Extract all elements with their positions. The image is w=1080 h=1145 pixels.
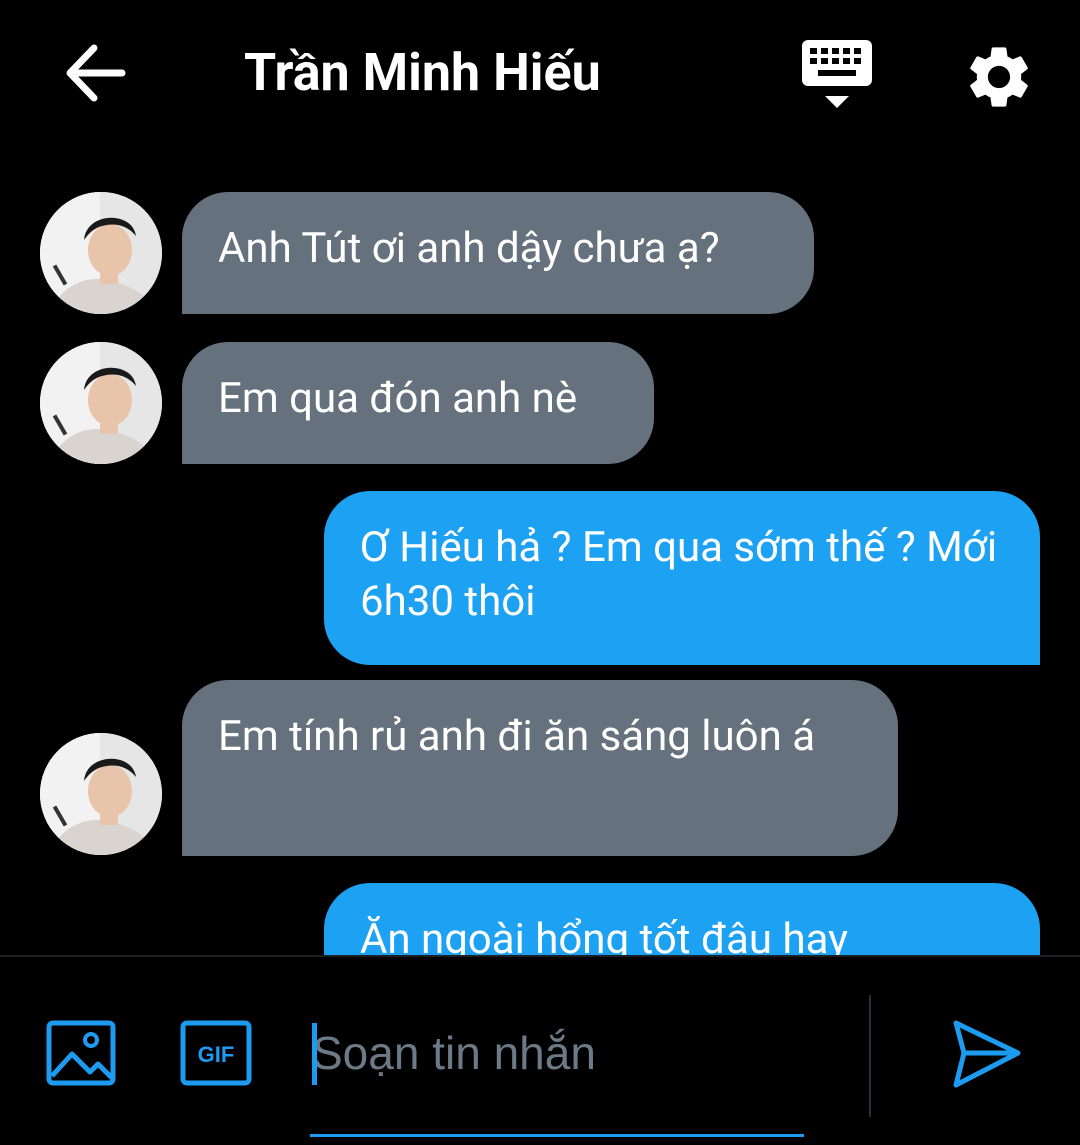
avatar[interactable] [40, 733, 162, 855]
incoming-message-bubble[interactable]: Anh Tút ơi anh dậy chưa ạ? [182, 192, 814, 314]
gear-icon [970, 47, 1028, 107]
keyboard-icon [802, 40, 872, 108]
send-icon [953, 1020, 1021, 1088]
composer-separator [869, 995, 871, 1117]
contact-photo-icon [40, 342, 162, 464]
message-text: Ơ Hiếu hả ? Em qua sớm thế ? Mới 6h30 th… [360, 523, 998, 626]
avatar[interactable] [40, 342, 162, 464]
arrow-left-icon [66, 44, 126, 102]
composer-bar: GIF [0, 957, 1080, 1145]
message-input[interactable] [310, 1017, 809, 1089]
contact-name[interactable]: Trần Minh Hiếu [244, 38, 601, 108]
gif-label: GIF [198, 1042, 235, 1067]
message-text: Em tính rủ anh đi ăn sáng luôn á [218, 712, 816, 761]
message-list[interactable]: Anh Tút ơi anh dậy chưa ạ? Em qua đón an… [0, 150, 1080, 955]
contact-photo-icon [40, 733, 162, 855]
message-text: Em qua đón anh nè [218, 374, 578, 423]
message-text: Ăn ngoài hổng tốt đâu hay [360, 915, 849, 955]
incoming-message-bubble[interactable]: Em tính rủ anh đi ăn sáng luôn á [182, 680, 898, 856]
image-icon [46, 1020, 116, 1086]
back-button[interactable] [60, 38, 130, 108]
outgoing-message-bubble[interactable]: Ơ Hiếu hả ? Em qua sớm thế ? Mới 6h30 th… [324, 491, 1040, 665]
incoming-message-bubble[interactable]: Em qua đón anh nè [182, 342, 654, 464]
text-caret [312, 1023, 317, 1085]
settings-button[interactable] [962, 40, 1036, 114]
outgoing-message-bubble[interactable]: Ăn ngoài hổng tốt đâu hay [324, 883, 1040, 955]
message-text: Anh Tút ơi anh dậy chưa ạ? [218, 224, 720, 273]
contact-photo-icon [40, 192, 162, 314]
attach-image-button[interactable] [46, 1020, 116, 1086]
chat-header: Trần Minh Hiếu [0, 0, 1080, 150]
send-button[interactable] [950, 1017, 1024, 1091]
input-underline [310, 1134, 804, 1137]
gif-button[interactable]: GIF [180, 1020, 252, 1086]
gif-icon: GIF [180, 1020, 252, 1086]
keyboard-button[interactable] [798, 36, 876, 114]
avatar[interactable] [40, 192, 162, 314]
